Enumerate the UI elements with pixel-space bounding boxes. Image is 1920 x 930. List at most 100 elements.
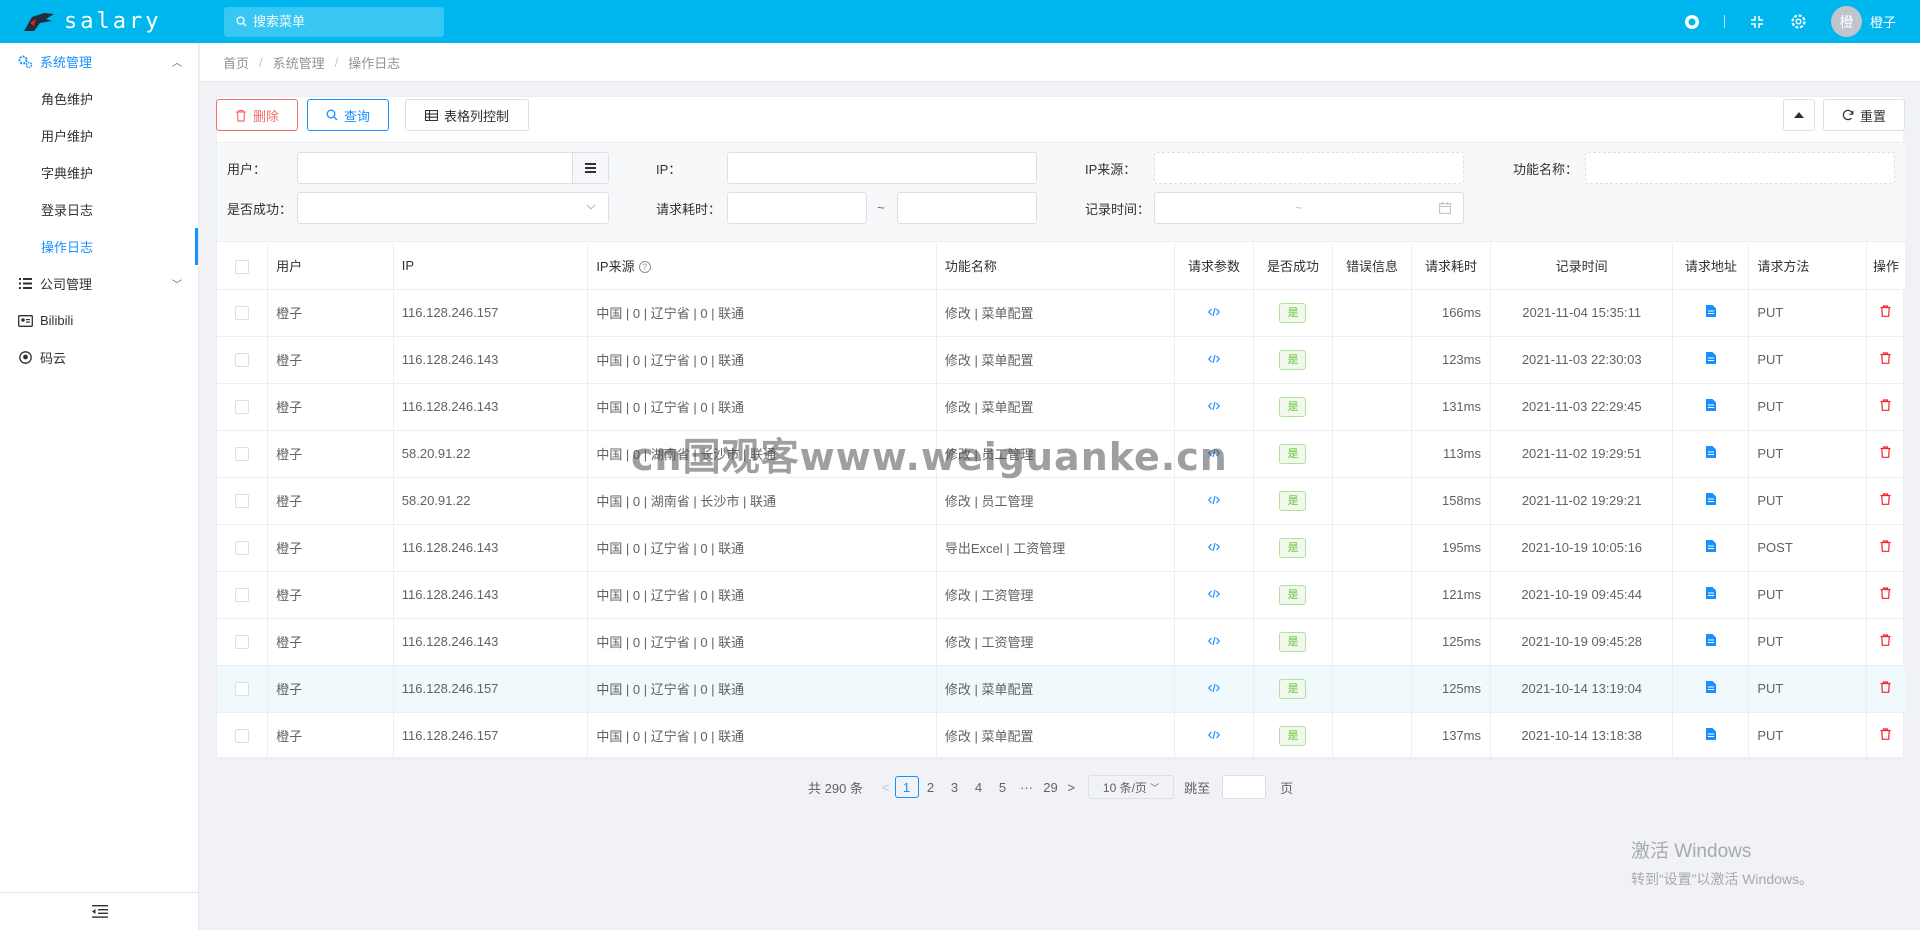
page-button[interactable]: 1 (894, 776, 919, 798)
prev-page-icon[interactable]: < (882, 780, 890, 795)
menu-search[interactable] (224, 6, 444, 37)
sidebar-collapse-toggle[interactable] (0, 892, 199, 930)
column-header[interactable]: 是否成功 (1253, 243, 1333, 290)
sidebar-subitem-users[interactable]: 用户维护 (0, 117, 198, 154)
table-row[interactable]: 橙子 116.128.246.143 中国 | 0 | 辽宁省 | 0 | 联通 导出… (217, 524, 1905, 572)
breadcrumb-system[interactable]: 系统管理 (273, 53, 325, 72)
column-header[interactable]: IP (393, 243, 589, 290)
trash-icon[interactable] (1880, 399, 1891, 414)
ip-source-filter-input[interactable] (1154, 152, 1464, 184)
column-header[interactable]: 请求方法 (1748, 243, 1867, 290)
column-header[interactable]: 请求参数 (1174, 243, 1254, 290)
user-name[interactable]: 橙子 (1870, 12, 1896, 31)
trash-icon[interactable] (1880, 587, 1891, 602)
column-header[interactable]: 请求耗时 (1411, 243, 1492, 290)
file-icon[interactable] (1705, 540, 1716, 555)
table-row[interactable]: 橙子 116.128.246.143 中国 | 0 | 辽宁省 | 0 | 联通 修改… (217, 383, 1905, 431)
sidebar-subitem-dict[interactable]: 字典维护 (0, 154, 198, 191)
row-checkbox[interactable] (217, 477, 269, 525)
table-row[interactable]: 橙子 116.128.246.143 中国 | 0 | 辽宁省 | 0 | 联通 修改… (217, 571, 1905, 619)
code-icon[interactable] (1207, 493, 1220, 508)
table-row[interactable]: 橙子 116.128.246.143 中国 | 0 | 辽宁省 | 0 | 联通 修改… (217, 618, 1905, 666)
file-icon[interactable] (1705, 728, 1716, 743)
file-icon[interactable] (1705, 587, 1716, 602)
sidebar-item-system[interactable]: 系统管理 ︿ (0, 43, 198, 80)
file-icon[interactable] (1705, 399, 1716, 414)
sidebar-subitem-login-log[interactable]: 登录日志 (0, 191, 198, 228)
column-header[interactable]: 用户 (267, 243, 394, 290)
page-button[interactable]: 2 (919, 776, 943, 798)
column-header-ip-source[interactable]: IP来源? (587, 243, 937, 290)
code-icon[interactable] (1207, 587, 1220, 602)
code-icon[interactable] (1207, 681, 1220, 696)
code-icon[interactable] (1207, 305, 1220, 320)
trash-icon[interactable] (1880, 728, 1891, 743)
sidebar-subitem-operation-log[interactable]: 操作日志 (0, 228, 198, 265)
row-checkbox[interactable] (217, 712, 269, 760)
column-header[interactable]: 操作 (1866, 243, 1905, 290)
column-header[interactable]: 功能名称 (936, 243, 1175, 290)
trash-icon[interactable] (1880, 446, 1891, 461)
row-checkbox[interactable] (217, 430, 269, 478)
trash-icon[interactable] (1880, 305, 1891, 320)
ip-filter-input[interactable] (727, 152, 1037, 184)
code-icon[interactable] (1207, 352, 1220, 367)
more-pages-button[interactable]: ··· (1015, 776, 1039, 798)
page-button[interactable]: 4 (967, 776, 991, 798)
column-header[interactable]: 请求地址 (1672, 243, 1750, 290)
file-icon[interactable] (1705, 352, 1716, 367)
code-icon[interactable] (1207, 540, 1220, 555)
sidebar-item-company[interactable]: 公司管理 ﹀ (0, 265, 198, 302)
page-button[interactable]: 5 (991, 776, 1015, 798)
column-header[interactable]: 记录时间 (1490, 243, 1674, 290)
trash-icon[interactable] (1880, 540, 1891, 555)
row-checkbox[interactable] (217, 618, 269, 666)
page-button[interactable]: 29 (1039, 776, 1063, 798)
file-icon[interactable] (1705, 305, 1716, 320)
file-icon[interactable] (1705, 446, 1716, 461)
table-row[interactable]: 橙子 58.20.91.22 中国 | 0 | 湖南省 | 长沙市 | 联通 修改 |… (217, 477, 1905, 525)
sidebar-item-gitee[interactable]: 码云 (0, 339, 198, 376)
query-button[interactable]: 查询 (307, 99, 389, 131)
row-checkbox[interactable] (217, 336, 269, 384)
trash-icon[interactable] (1880, 493, 1891, 508)
table-row[interactable]: 橙子 116.128.246.157 中国 | 0 | 辽宁省 | 0 | 联通 修改… (217, 289, 1905, 337)
code-icon[interactable] (1207, 728, 1220, 743)
trash-icon[interactable] (1880, 634, 1891, 649)
table-row[interactable]: 橙子 116.128.246.157 中国 | 0 | 辽宁省 | 0 | 联通 修改… (217, 665, 1905, 713)
file-icon[interactable] (1705, 681, 1716, 696)
duration-min-input[interactable] (727, 192, 867, 224)
trash-icon[interactable] (1880, 681, 1891, 696)
table-row[interactable]: 橙子 116.128.246.143 中国 | 0 | 辽宁省 | 0 | 联通 修改… (217, 336, 1905, 384)
select-all-checkbox[interactable] (217, 243, 269, 290)
code-icon[interactable] (1207, 399, 1220, 414)
reset-button[interactable]: 重置 (1823, 99, 1905, 131)
func-name-filter-input[interactable] (1585, 152, 1895, 184)
gear-icon[interactable] (1789, 12, 1809, 32)
duration-max-input[interactable] (897, 192, 1037, 224)
page-button[interactable]: 3 (943, 776, 967, 798)
record-time-range-picker[interactable]: ~ (1154, 192, 1464, 224)
logo[interactable]: salary (0, 0, 199, 43)
search-input[interactable] (253, 14, 433, 29)
file-icon[interactable] (1705, 634, 1716, 649)
row-checkbox[interactable] (217, 524, 269, 572)
table-row[interactable]: 橙子 116.128.246.157 中国 | 0 | 辽宁省 | 0 | 联通 修改… (217, 712, 1905, 760)
column-header[interactable]: 错误信息 (1332, 243, 1412, 290)
code-icon[interactable] (1207, 634, 1220, 649)
row-checkbox[interactable] (217, 383, 269, 431)
success-filter-select[interactable] (297, 192, 609, 224)
file-icon[interactable] (1705, 493, 1716, 508)
row-checkbox[interactable] (217, 665, 269, 713)
github-icon[interactable] (1682, 12, 1702, 32)
jump-page-input[interactable] (1222, 775, 1267, 799)
fullscreen-icon[interactable] (1747, 12, 1767, 32)
user-filter-input[interactable] (297, 152, 609, 184)
page-size-select[interactable]: 10 条/页 ﹀ (1088, 775, 1175, 799)
delete-button[interactable]: 删除 (216, 99, 298, 131)
row-checkbox[interactable] (217, 289, 269, 337)
column-control-button[interactable]: 表格列控制 (405, 99, 529, 131)
user-picker-button[interactable] (572, 153, 608, 183)
breadcrumb-home[interactable]: 首页 (223, 53, 249, 72)
row-checkbox[interactable] (217, 571, 269, 619)
